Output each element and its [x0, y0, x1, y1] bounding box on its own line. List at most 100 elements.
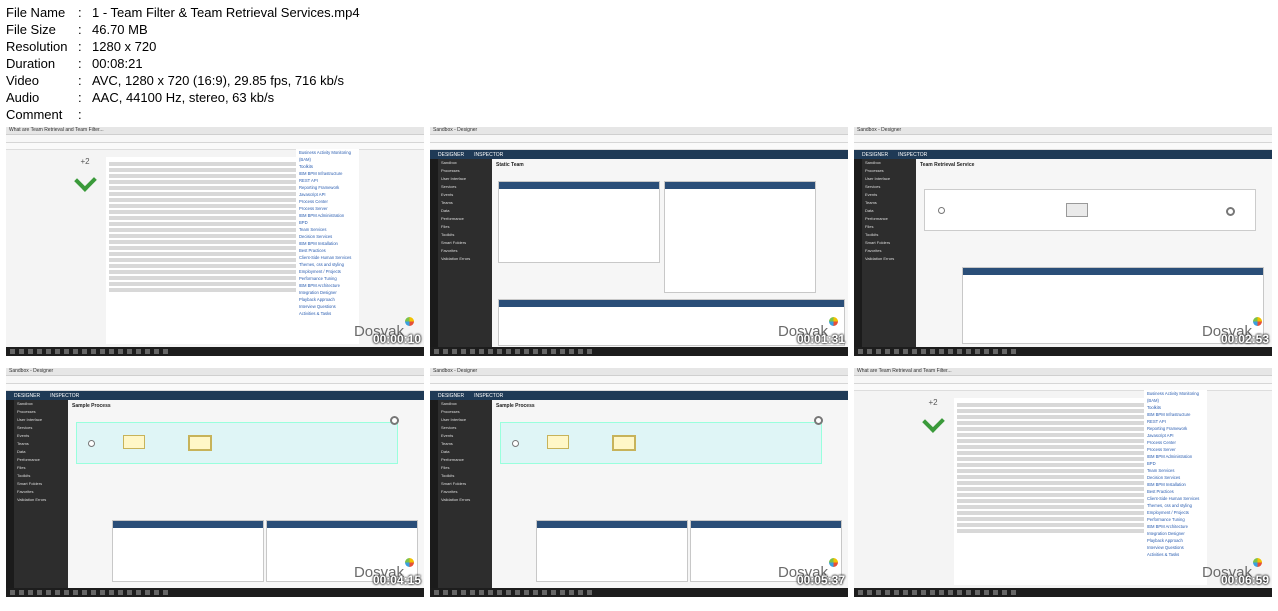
text-line: [957, 433, 1147, 437]
text-line: [109, 246, 299, 250]
taskbar-icon: [64, 349, 69, 354]
library-item: Sandbox: [17, 401, 33, 406]
file-info-row: Duration:00:08:21: [6, 55, 360, 72]
accepted-check-icon: [73, 169, 97, 192]
taskbar-icon: [163, 590, 168, 595]
text-line: [109, 180, 299, 184]
taskbar-icon: [542, 349, 547, 354]
logo-icon: [1253, 317, 1262, 326]
taskbar-icon: [118, 590, 123, 595]
sidebar-link: Team Services: [299, 227, 327, 232]
taskbar-icon: [73, 590, 78, 595]
sidebar-link: Activities & Tasks: [299, 311, 332, 316]
taskbar-icon: [858, 349, 863, 354]
file-info-key: File Size: [6, 22, 56, 37]
taskbar-icon: [109, 349, 114, 354]
taskbar-icon: [452, 349, 457, 354]
library-item: User Interface: [17, 417, 43, 422]
video-thumbnail[interactable]: Sandbox - Designer DESIGNER INSPECTOR San…: [854, 127, 1272, 356]
library-item: Performance: [441, 216, 464, 221]
text-line: [109, 276, 299, 280]
video-thumbnail[interactable]: What are Team Retrieval and Team Filter.…: [6, 127, 424, 356]
taskbar-icon: [930, 590, 935, 595]
sidebar-link: IBM BPM Infrastructure: [299, 171, 343, 176]
taskbar-icon: [136, 590, 141, 595]
video-thumbnail[interactable]: Sandbox - Designer DESIGNER INSPECTOR San…: [430, 127, 848, 356]
taskbar-icon: [145, 349, 150, 354]
taskbar-icon: [19, 590, 24, 595]
library-item: Sandbox: [865, 160, 881, 165]
taskbar-icon: [894, 349, 899, 354]
service-flow: [924, 189, 1256, 231]
video-thumbnail[interactable]: Sandbox - Designer DESIGNER INSPECTOR San…: [430, 368, 848, 597]
taskbar-icon: [434, 349, 439, 354]
taskbar-icon: [497, 590, 502, 595]
taskbar-icon: [488, 590, 493, 595]
taskbar-icon: [524, 349, 529, 354]
text-line: [109, 174, 299, 178]
video-thumbnail[interactable]: What are Team Retrieval and Team Filter.…: [854, 368, 1272, 597]
library-item: Smart Folders: [17, 481, 43, 486]
separator: :: [78, 39, 82, 54]
sidebar-link: Best Practices: [299, 248, 326, 253]
taskbar-icon: [903, 349, 908, 354]
taskbar-icon: [885, 349, 890, 354]
timestamp: 00:06:59: [1220, 573, 1269, 587]
end-event-icon: [1226, 207, 1235, 216]
designer-canvas: Static Team: [492, 159, 848, 347]
sidebar-link: Interview Questions: [299, 304, 336, 309]
sidebar-link: IBM BPM Architecture: [1147, 524, 1188, 529]
library-item: Performance: [17, 457, 40, 462]
designer-canvas: Sample Process: [68, 400, 424, 588]
taskbar-icon: [948, 349, 953, 354]
file-info-key: Duration: [6, 56, 56, 71]
taskbar-icon: [479, 590, 484, 595]
timestamp: 00:01:31: [796, 332, 845, 346]
file-info-key: Video: [6, 73, 40, 88]
taskbar-icon: [966, 349, 971, 354]
library-item: Favorites: [865, 248, 882, 253]
library-item: Services: [441, 184, 457, 189]
task-b: [188, 435, 212, 451]
taskbar-icon: [939, 590, 944, 595]
bookmarks-bar: [430, 143, 848, 150]
library-item: Events: [17, 433, 30, 438]
thumbnail-grid: What are Team Retrieval and Team Filter.…: [0, 127, 1278, 611]
taskbar-icon: [46, 590, 51, 595]
sidebar-link: Performance Tuning: [299, 276, 337, 281]
artifact-title: Team Retrieval Service: [920, 162, 975, 168]
taskbar-icon: [975, 349, 980, 354]
sidebar-links: Business Activity Monitoring (BAM) Toolki…: [296, 149, 359, 344]
library-item: Sandbox: [441, 401, 457, 406]
taskbar-icon: [64, 590, 69, 595]
library-item: Services: [441, 425, 457, 430]
file-info: File Name:1 - Team Filter & Team Retriev…: [6, 4, 360, 123]
taskbar-icon: [154, 349, 159, 354]
text-line: [109, 162, 299, 166]
taskbar-icon: [533, 349, 538, 354]
video-thumbnail[interactable]: Sandbox - Designer DESIGNER INSPECTOR San…: [6, 368, 424, 597]
library-item: Toolkits: [441, 232, 455, 237]
taskbar-icon: [524, 590, 529, 595]
taskbar-icon: [1002, 590, 1007, 595]
taskbar-icon: [100, 590, 105, 595]
sidebar-link: IBM BPM Architecture: [299, 283, 340, 288]
file-info-row: Comment:: [6, 106, 360, 123]
panel-header: [537, 521, 687, 528]
separator: :: [78, 73, 82, 88]
sidebar-link: Reporting Framework: [1147, 426, 1188, 431]
file-info-key: File Name: [6, 5, 66, 20]
taskbar: [6, 588, 424, 597]
panel-header: [499, 182, 659, 189]
taskbar-icon: [506, 590, 511, 595]
file-info-row: File Size:46.70 MB: [6, 21, 360, 38]
logo-icon: [829, 317, 838, 326]
sidebar-link: Themes, css and styling: [299, 262, 344, 267]
taskbar-icon: [569, 349, 574, 354]
text-line: [957, 481, 1147, 485]
taskbar-icon: [470, 349, 475, 354]
sidebar-link: Interview Questions: [1147, 545, 1184, 550]
taskbar-icon: [921, 349, 926, 354]
text-line: [109, 186, 299, 190]
sidebar-link: Business Activity Monitoring (BAM): [1147, 391, 1199, 403]
